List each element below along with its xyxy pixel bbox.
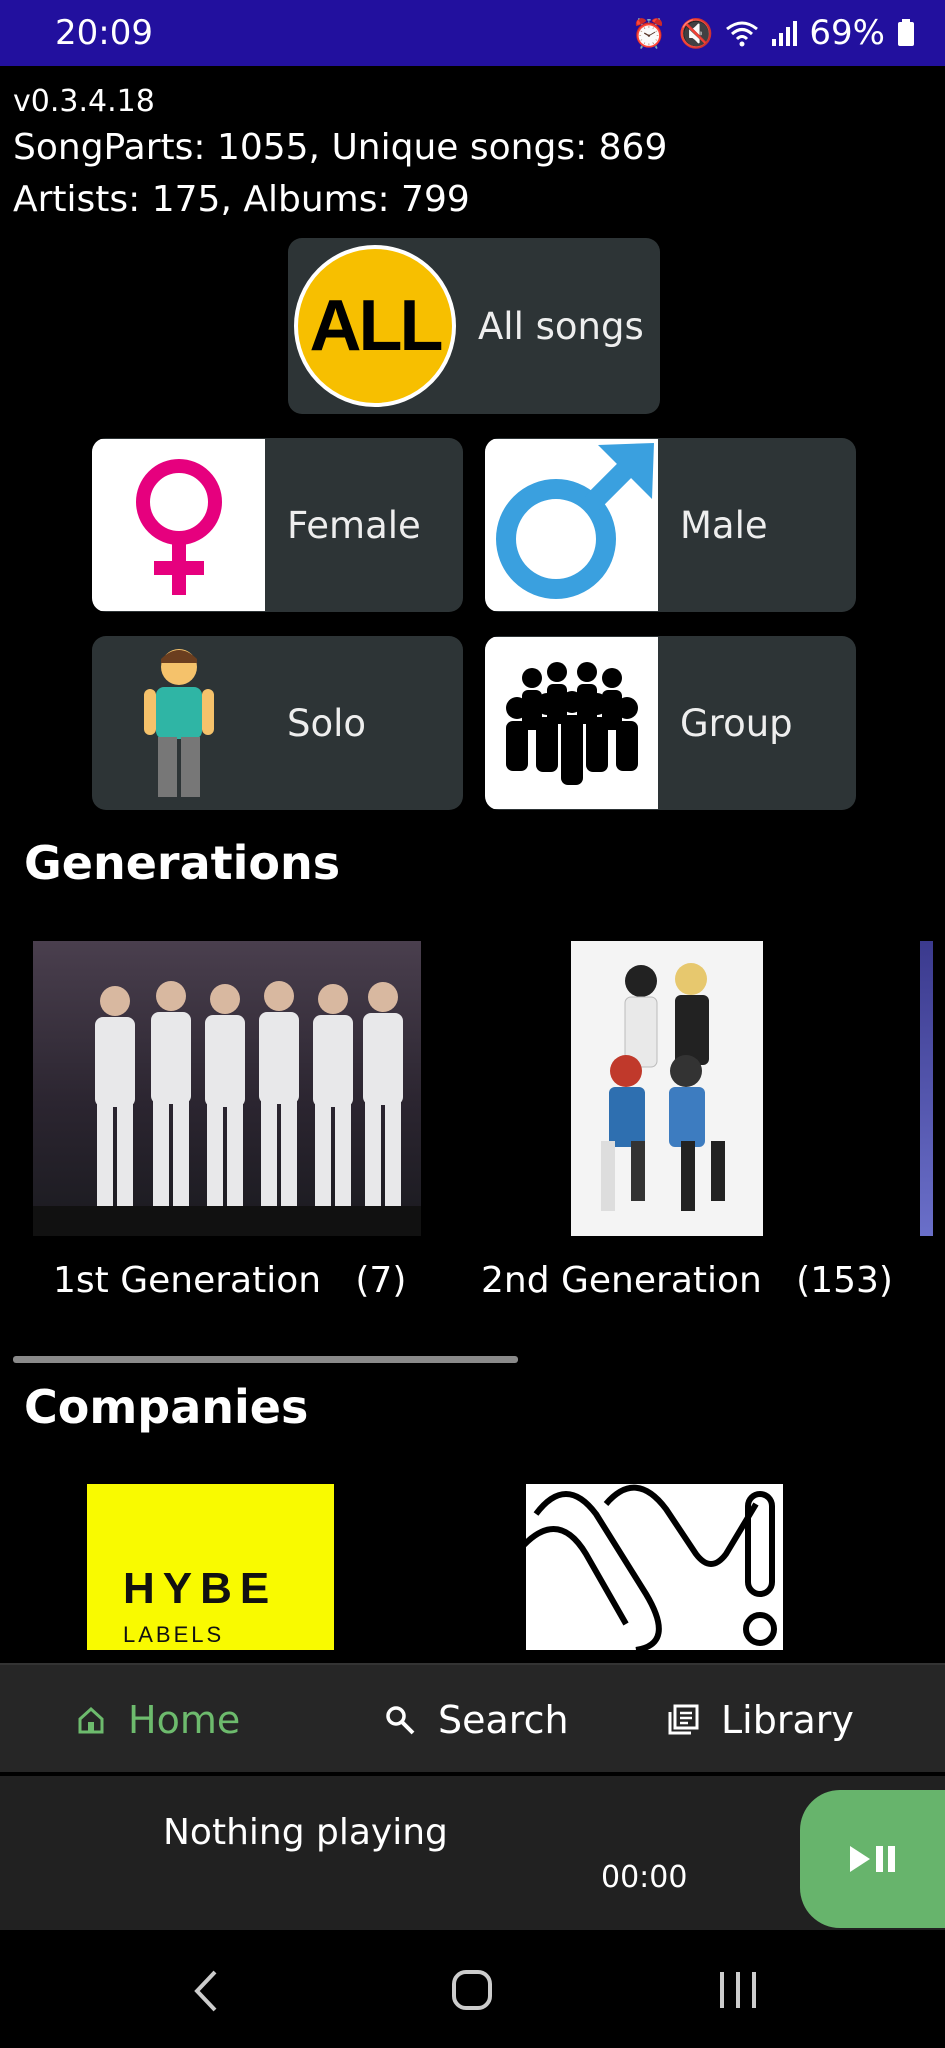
status-icons: ⏰ 🔇 69% xyxy=(632,13,915,53)
generation-1-label[interactable]: 1st Generation (7) xyxy=(53,1260,406,1301)
generations-heading: Generations xyxy=(24,836,341,890)
generation-1-image[interactable] xyxy=(33,941,421,1236)
app-version: v0.3.4.18 xyxy=(13,84,155,119)
generation-2-label[interactable]: 2nd Generation (153) xyxy=(481,1260,893,1301)
alarm-icon: ⏰ xyxy=(631,16,667,50)
hybe-logo-sub: LABELS xyxy=(123,1622,225,1647)
recent-apps-icon[interactable] xyxy=(718,1970,758,2010)
group-label: Group xyxy=(680,701,793,745)
all-badge-icon: ALL xyxy=(294,245,456,407)
playback-time: 00:00 xyxy=(601,1860,688,1895)
nav-home-label: Home xyxy=(128,1697,241,1742)
home-circle-icon[interactable] xyxy=(452,1970,492,2010)
library-stats: v0.3.4.18 SongParts: 1055, Unique songs:… xyxy=(13,82,667,226)
group-button[interactable]: Group xyxy=(485,636,856,810)
companies-heading: Companies xyxy=(24,1380,309,1434)
nav-library[interactable]: Library xyxy=(667,1665,854,1774)
song-stats: SongParts: 1055, Unique songs: 869 xyxy=(13,127,668,168)
person-standing-icon xyxy=(92,637,265,809)
sm-logo-icon xyxy=(526,1484,777,1650)
battery-percent: 69% xyxy=(809,13,885,53)
search-icon xyxy=(386,1705,415,1734)
female-label: Female xyxy=(287,503,421,547)
hybe-logo-text: HYBE xyxy=(123,1564,278,1613)
signal-icon xyxy=(772,21,798,46)
bottom-navigation: Home Search Library xyxy=(0,1663,945,1772)
male-label: Male xyxy=(680,503,768,547)
nav-search-label: Search xyxy=(438,1697,569,1742)
play-pause-button[interactable] xyxy=(800,1790,945,1928)
sm-company-tile[interactable] xyxy=(526,1484,783,1650)
female-symbol-icon xyxy=(92,439,265,611)
male-symbol-icon xyxy=(485,439,658,611)
now-playing-title: Nothing playing xyxy=(163,1812,448,1853)
generations-scroll-indicator xyxy=(13,1356,518,1363)
female-button[interactable]: Female xyxy=(92,438,463,612)
status-bar: 20:09 ⏰ 🔇 69% xyxy=(0,0,945,66)
all-songs-button[interactable]: ALL All songs xyxy=(288,238,660,414)
nav-library-label: Library xyxy=(721,1697,854,1742)
group-people-icon xyxy=(485,637,658,809)
status-time: 20:09 xyxy=(55,13,153,53)
nav-search[interactable]: Search xyxy=(384,1665,569,1774)
wifi-icon xyxy=(726,21,759,47)
artist-stats: Artists: 175, Albums: 799 xyxy=(13,179,470,220)
generation-3-image-partial[interactable] xyxy=(920,941,933,1236)
system-navigation-bar xyxy=(0,1930,945,2048)
nav-home[interactable]: Home xyxy=(76,1665,240,1774)
solo-button[interactable]: Solo xyxy=(92,636,463,810)
male-button[interactable]: Male xyxy=(485,438,856,612)
all-songs-label: All songs xyxy=(478,304,644,348)
mute-icon: 🔇 xyxy=(678,16,714,50)
back-icon[interactable] xyxy=(193,1970,219,2012)
play-pause-icon xyxy=(849,1846,895,1872)
hybe-company-tile[interactable]: HYBE LABELS xyxy=(87,1484,334,1650)
home-icon xyxy=(78,1706,104,1733)
battery-icon xyxy=(898,19,914,46)
library-icon xyxy=(668,1704,699,1734)
generation-2-image[interactable] xyxy=(571,941,763,1236)
solo-label: Solo xyxy=(287,701,367,745)
